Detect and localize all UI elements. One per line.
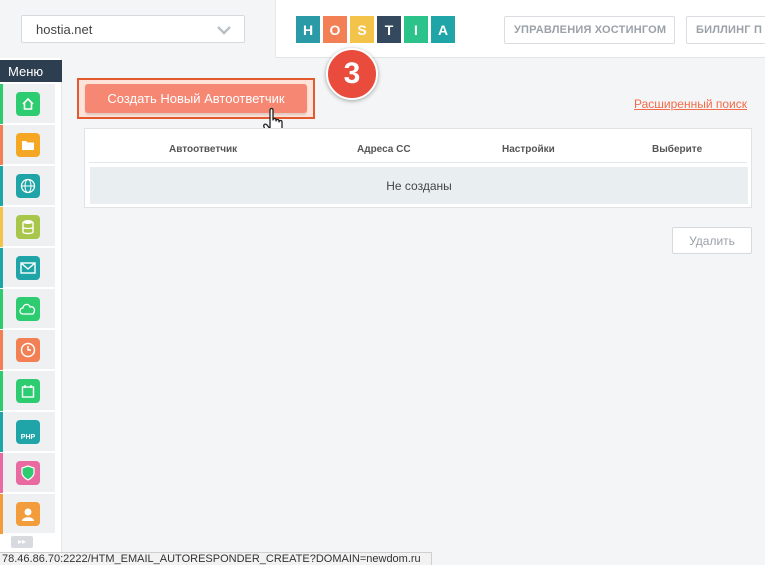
sidebar-item-php[interactable]: PHP xyxy=(0,412,55,452)
column-select[interactable]: Выберите xyxy=(652,144,702,155)
database-icon xyxy=(16,215,40,239)
shield-icon xyxy=(16,461,40,485)
nav-billing[interactable]: БИЛЛИНГ П xyxy=(686,16,765,44)
sidebar-item-ftp[interactable] xyxy=(0,289,55,329)
sidebar-item-security[interactable] xyxy=(0,453,55,493)
logo-letter-o: O xyxy=(323,16,347,43)
php-icon: PHP xyxy=(16,420,40,444)
sidebar-item-databases[interactable] xyxy=(0,207,55,247)
sidebar-item-cron[interactable] xyxy=(0,330,55,370)
logo-letter-i: I xyxy=(404,16,428,43)
sidebar-item-support[interactable] xyxy=(0,494,55,534)
ftp-cloud-icon xyxy=(16,297,40,321)
top-header: hostia.net H O S T I A УПРАВЛЕНИЯ ХОСТИН… xyxy=(0,0,765,58)
domain-area: hostia.net xyxy=(0,0,276,58)
sidebar-item-files[interactable] xyxy=(0,125,55,165)
hostia-logo[interactable]: H O S T I A xyxy=(296,16,455,43)
chevron-down-icon xyxy=(217,26,231,35)
folder-icon xyxy=(16,133,40,157)
step-number-badge: 3 xyxy=(326,48,378,100)
php-icon-text: PHP xyxy=(20,433,36,441)
mail-icon xyxy=(16,256,40,280)
home-icon xyxy=(16,92,40,116)
sidebar-item-home[interactable] xyxy=(0,84,55,124)
table-header: Автоответчик Адреса СС Настройки Выберит… xyxy=(89,135,747,163)
column-cc-addresses[interactable]: Адреса СС xyxy=(357,144,411,155)
autoresponder-table: Автоответчик Адреса СС Настройки Выберит… xyxy=(84,128,752,208)
user-support-icon xyxy=(16,502,40,526)
sidebar-item-calendar[interactable] xyxy=(0,371,55,411)
column-settings[interactable]: Настройки xyxy=(502,144,555,155)
domain-select-value: hostia.net xyxy=(36,22,93,37)
delete-button[interactable]: Удалить xyxy=(672,227,752,254)
logo-letter-h: H xyxy=(296,16,320,43)
advanced-search-link[interactable]: Расширенный поиск xyxy=(634,97,747,111)
table-empty-row: Не созданы xyxy=(90,167,748,204)
sidebar-expand-button[interactable]: ▸▸ xyxy=(11,536,33,548)
nav-hosting-management[interactable]: УПРАВЛЕНИЯ ХОСТИНГОМ xyxy=(504,16,675,44)
globe-www-icon xyxy=(16,174,40,198)
sidebar-item-mail[interactable] xyxy=(0,248,55,288)
calendar-icon xyxy=(16,379,40,403)
domain-select[interactable]: hostia.net xyxy=(21,15,245,43)
sidebar: Меню PHP ▸▸ xyxy=(0,58,62,565)
clock-icon xyxy=(16,338,40,362)
status-bar-url: 78.46.86.70:2222/HTM_EMAIL_AUTORESPONDER… xyxy=(0,552,432,565)
logo-letter-t: T xyxy=(377,16,401,43)
logo-letter-a: A xyxy=(431,16,455,43)
sidebar-item-domains[interactable] xyxy=(0,166,55,206)
logo-letter-s: S xyxy=(350,16,374,43)
column-autoresponder[interactable]: Автоответчик xyxy=(169,144,237,155)
menu-label: Меню xyxy=(0,60,62,82)
